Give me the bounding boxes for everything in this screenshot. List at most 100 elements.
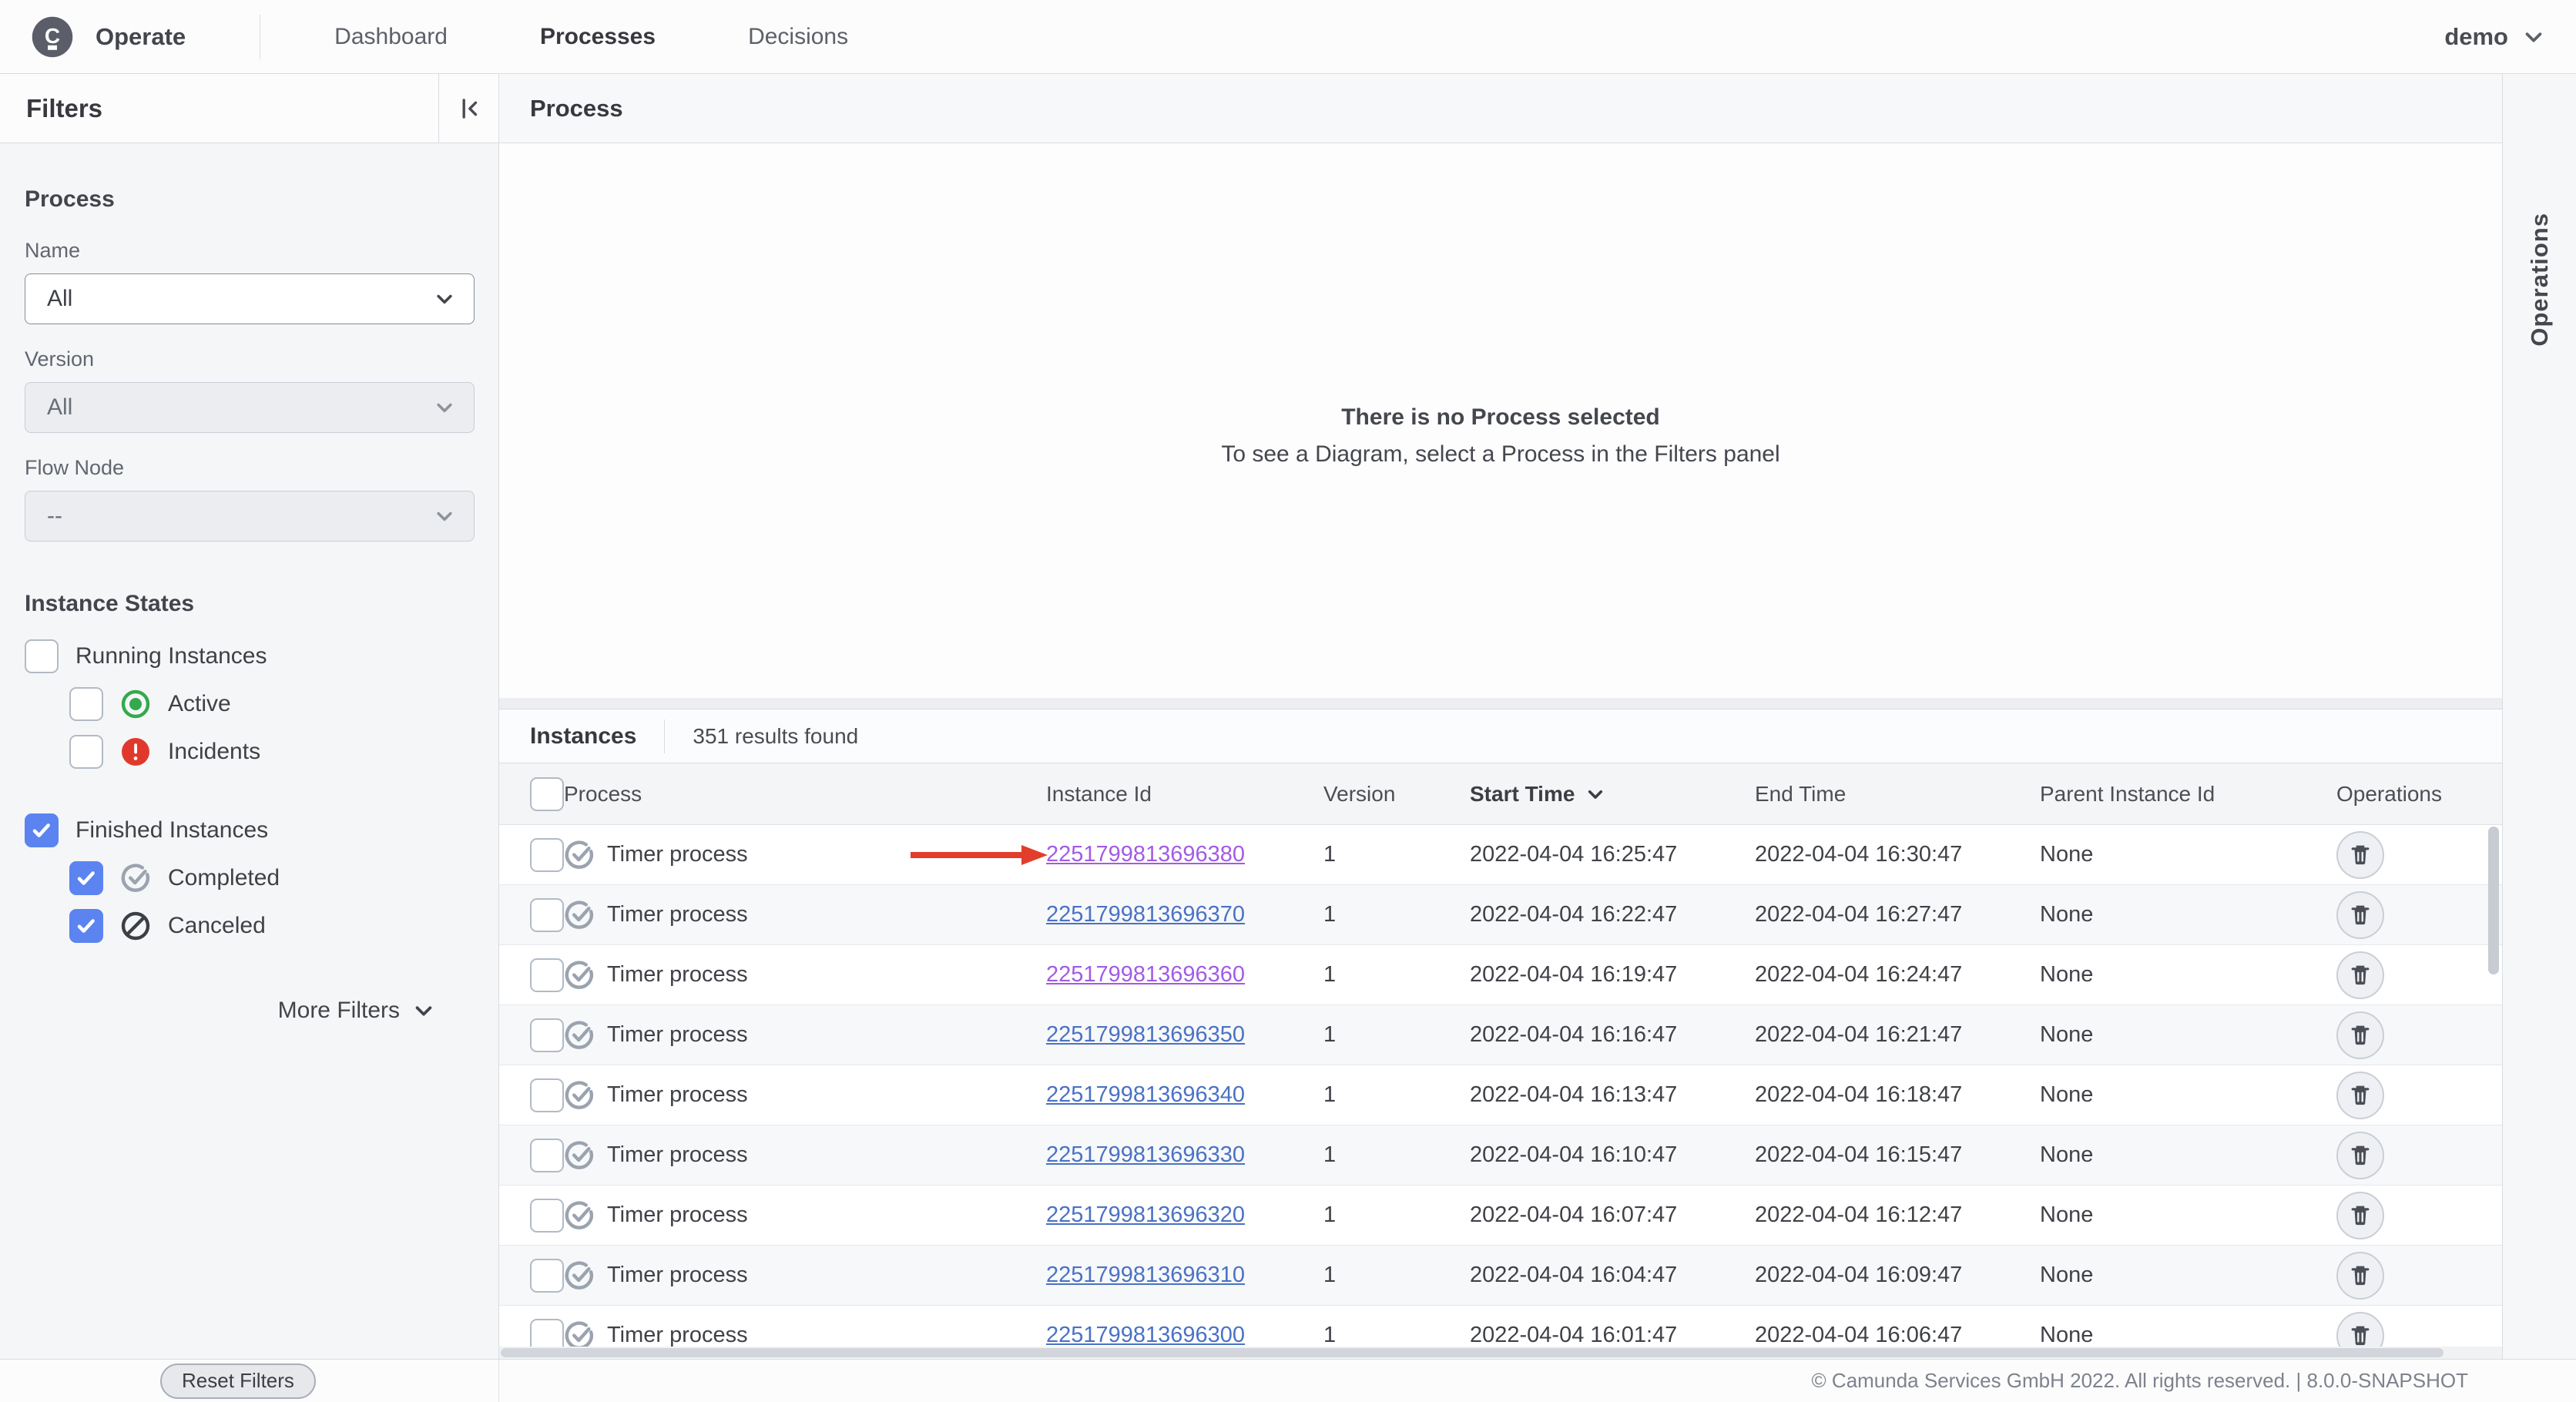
end-time-value: 2022-04-04 16:15:47 [1755, 1142, 1963, 1167]
process-version-select-value: All [47, 394, 73, 420]
row-checkbox[interactable] [530, 958, 564, 992]
instance-state-filter: Finished Instances [25, 813, 474, 848]
parent-instance-id-value: None [2040, 1082, 2094, 1107]
version-field-label: Version [25, 347, 95, 371]
column-header-start-time[interactable]: Start Time [1470, 782, 1755, 807]
state-label: Finished Instances [75, 817, 269, 843]
delete-operation-button[interactable] [2336, 1311, 2384, 1347]
version-field: Version All [25, 347, 475, 433]
process-name: Timer process [607, 1022, 748, 1047]
state-checkbox[interactable] [25, 639, 59, 673]
state-checkbox[interactable] [25, 813, 59, 847]
top-nav: Dashboard Processes Decisions [334, 24, 848, 50]
instance-id-link[interactable]: 2251799813696300 [1046, 1323, 1245, 1347]
parent-instance-id-value: None [2040, 962, 2094, 987]
instance-id-link[interactable]: 2251799813696360 [1046, 962, 1245, 987]
operations-panel-tab[interactable]: Operations [2502, 74, 2576, 1359]
row-checkbox[interactable] [530, 1018, 564, 1052]
start-time-value: 2022-04-04 16:16:47 [1470, 1022, 1678, 1047]
process-name-select-value: All [47, 286, 73, 311]
row-checkbox[interactable] [530, 1078, 564, 1112]
delete-operation-button[interactable] [2336, 830, 2384, 879]
instance-id-link[interactable]: 2251799813696340 [1046, 1082, 1245, 1107]
delete-operation-button[interactable] [2336, 1011, 2384, 1059]
instance-id-link[interactable]: 2251799813696320 [1046, 1202, 1245, 1227]
completed-icon [564, 1080, 595, 1111]
state-checkbox[interactable] [69, 687, 103, 721]
delete-operation-button[interactable] [2336, 1251, 2384, 1300]
panel-splitter[interactable] [499, 698, 2502, 709]
version-value: 1 [1323, 1022, 1337, 1047]
state-label: Running Instances [75, 643, 267, 669]
end-time-value: 2022-04-04 16:18:47 [1755, 1082, 1963, 1107]
select-all-checkbox[interactable] [530, 776, 564, 811]
start-time-value: 2022-04-04 16:10:47 [1470, 1142, 1678, 1167]
instance-id-link[interactable]: 2251799813696310 [1046, 1263, 1245, 1287]
vertical-scrollbar-thumb[interactable] [2488, 827, 2499, 974]
instance-id-link[interactable]: 2251799813696380 [1046, 842, 1245, 867]
state-checkbox[interactable] [69, 861, 103, 895]
completed-icon [564, 1200, 595, 1231]
chevron-down-icon [434, 505, 455, 527]
process-name: Timer process [607, 1082, 748, 1107]
parent-instance-id-value: None [2040, 1022, 2094, 1047]
version-value: 1 [1323, 1202, 1337, 1227]
completed-icon [564, 1320, 595, 1347]
divider [664, 719, 666, 753]
horizontal-scrollbar[interactable] [499, 1347, 2502, 1359]
flow-node-field-label: Flow Node [25, 456, 125, 479]
filters-panel: Filters Process Name All Version All Flo… [0, 74, 499, 1359]
delete-operation-button[interactable] [2336, 951, 2384, 999]
flow-node-field: Flow Node -- [25, 456, 475, 542]
process-name-select[interactable]: All [25, 273, 475, 324]
sort-desc-icon [1585, 784, 1605, 804]
row-checkbox[interactable] [530, 1138, 564, 1172]
row-checkbox[interactable] [530, 1258, 564, 1293]
reset-filters-button[interactable]: Reset Filters [160, 1363, 316, 1399]
completed-icon [564, 1020, 595, 1051]
table-row: Timer process 2251799813696360 1 2022-04… [499, 945, 2502, 1005]
delete-operation-button[interactable] [2336, 1071, 2384, 1119]
end-time-value: 2022-04-04 16:30:47 [1755, 842, 1963, 867]
collapse-panel-button[interactable] [438, 74, 498, 143]
version-value: 1 [1323, 1082, 1337, 1107]
version-value: 1 [1323, 902, 1337, 927]
empty-state-line2: To see a Diagram, select a Process in th… [1221, 441, 1780, 467]
chevron-down-icon [412, 999, 435, 1022]
parent-instance-id-value: None [2040, 1323, 2094, 1347]
vertical-scrollbar[interactable] [2487, 825, 2499, 1347]
camunda-logo-icon: C [31, 15, 74, 59]
process-name: Timer process [607, 1202, 748, 1227]
delete-operation-button[interactable] [2336, 1131, 2384, 1179]
parent-instance-id-value: None [2040, 842, 2094, 867]
instance-id-link[interactable]: 2251799813696370 [1046, 902, 1245, 927]
instances-panel-title: Instances [530, 723, 637, 749]
nav-item-dashboard[interactable]: Dashboard [334, 24, 448, 50]
delete-operation-button[interactable] [2336, 1191, 2384, 1239]
more-filters-button[interactable]: More Filters [25, 998, 474, 1024]
delete-operation-button[interactable] [2336, 891, 2384, 939]
state-checkbox[interactable] [69, 909, 103, 943]
horizontal-scrollbar-thumb[interactable] [501, 1348, 2444, 1357]
operations-panel-label: Operations [2525, 213, 2553, 347]
active-icon [120, 689, 151, 719]
completed-icon [564, 960, 595, 991]
column-header-end-time: End Time [1755, 781, 1846, 806]
version-value: 1 [1323, 1263, 1337, 1287]
state-checkbox[interactable] [69, 735, 103, 769]
nav-item-decisions[interactable]: Decisions [748, 24, 848, 50]
collapse-left-icon [456, 96, 482, 122]
username: demo [2444, 22, 2508, 50]
table-row: Timer process 2251799813696370 1 2022-04… [499, 885, 2502, 945]
user-menu[interactable]: demo [2444, 23, 2545, 51]
row-checkbox[interactable] [530, 1318, 564, 1347]
nav-item-processes[interactable]: Processes [540, 24, 656, 50]
table-row: Timer process 2251799813696380 1 2022-04… [499, 825, 2502, 885]
instance-id-link[interactable]: 2251799813696350 [1046, 1022, 1245, 1047]
version-value: 1 [1323, 1323, 1337, 1347]
instance-id-link[interactable]: 2251799813696330 [1046, 1142, 1245, 1167]
row-checkbox[interactable] [530, 1198, 564, 1233]
row-checkbox[interactable] [530, 897, 564, 932]
state-label: Canceled [168, 913, 266, 938]
row-checkbox[interactable] [530, 837, 564, 872]
